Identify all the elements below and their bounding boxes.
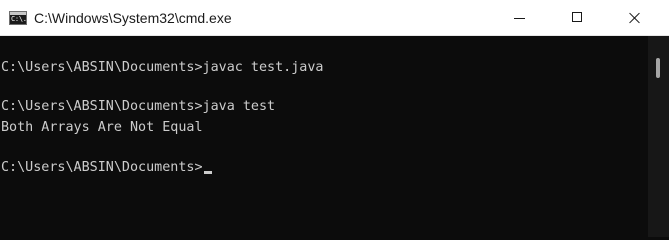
console-line: C:\Users\ABSIN\Documents>java test xyxy=(1,97,275,117)
console-line: C:\Users\ABSIN\Documents>javac test.java xyxy=(1,58,323,78)
text-cursor xyxy=(203,171,212,174)
maximize-button[interactable] xyxy=(554,0,600,36)
title-bar[interactable]: C:\. C:\Windows\System32\cmd.exe xyxy=(0,0,669,36)
icon-prompt-text: C:\. xyxy=(11,15,27,23)
console-line-text: Both Arrays Are Not Equal xyxy=(1,120,203,135)
cmd-window: C:\. C:\Windows\System32\cmd.exe C:\User… xyxy=(0,0,669,237)
scrollbar-thumb[interactable] xyxy=(656,58,660,78)
console-line-text: C:\Users\ABSIN\Documents>javac test.java xyxy=(1,60,324,75)
window-title: C:\Windows\System32\cmd.exe xyxy=(34,10,232,26)
minimize-icon xyxy=(514,18,525,19)
maximize-icon xyxy=(572,12,582,22)
console-output[interactable]: C:\Users\ABSIN\Documents>javac test.java… xyxy=(0,36,648,237)
console-line: Both Arrays Are Not Equal xyxy=(1,118,203,138)
close-button[interactable] xyxy=(612,0,658,36)
console-prompt-text: C:\Users\ABSIN\Documents> xyxy=(1,160,203,175)
console-prompt-line: C:\Users\ABSIN\Documents> xyxy=(1,158,212,178)
vertical-scrollbar[interactable] xyxy=(648,36,669,237)
close-icon xyxy=(629,12,641,24)
console-line-text: C:\Users\ABSIN\Documents>java test xyxy=(1,99,276,114)
cmd-icon[interactable]: C:\. xyxy=(9,11,27,25)
minimize-button[interactable] xyxy=(497,0,543,36)
